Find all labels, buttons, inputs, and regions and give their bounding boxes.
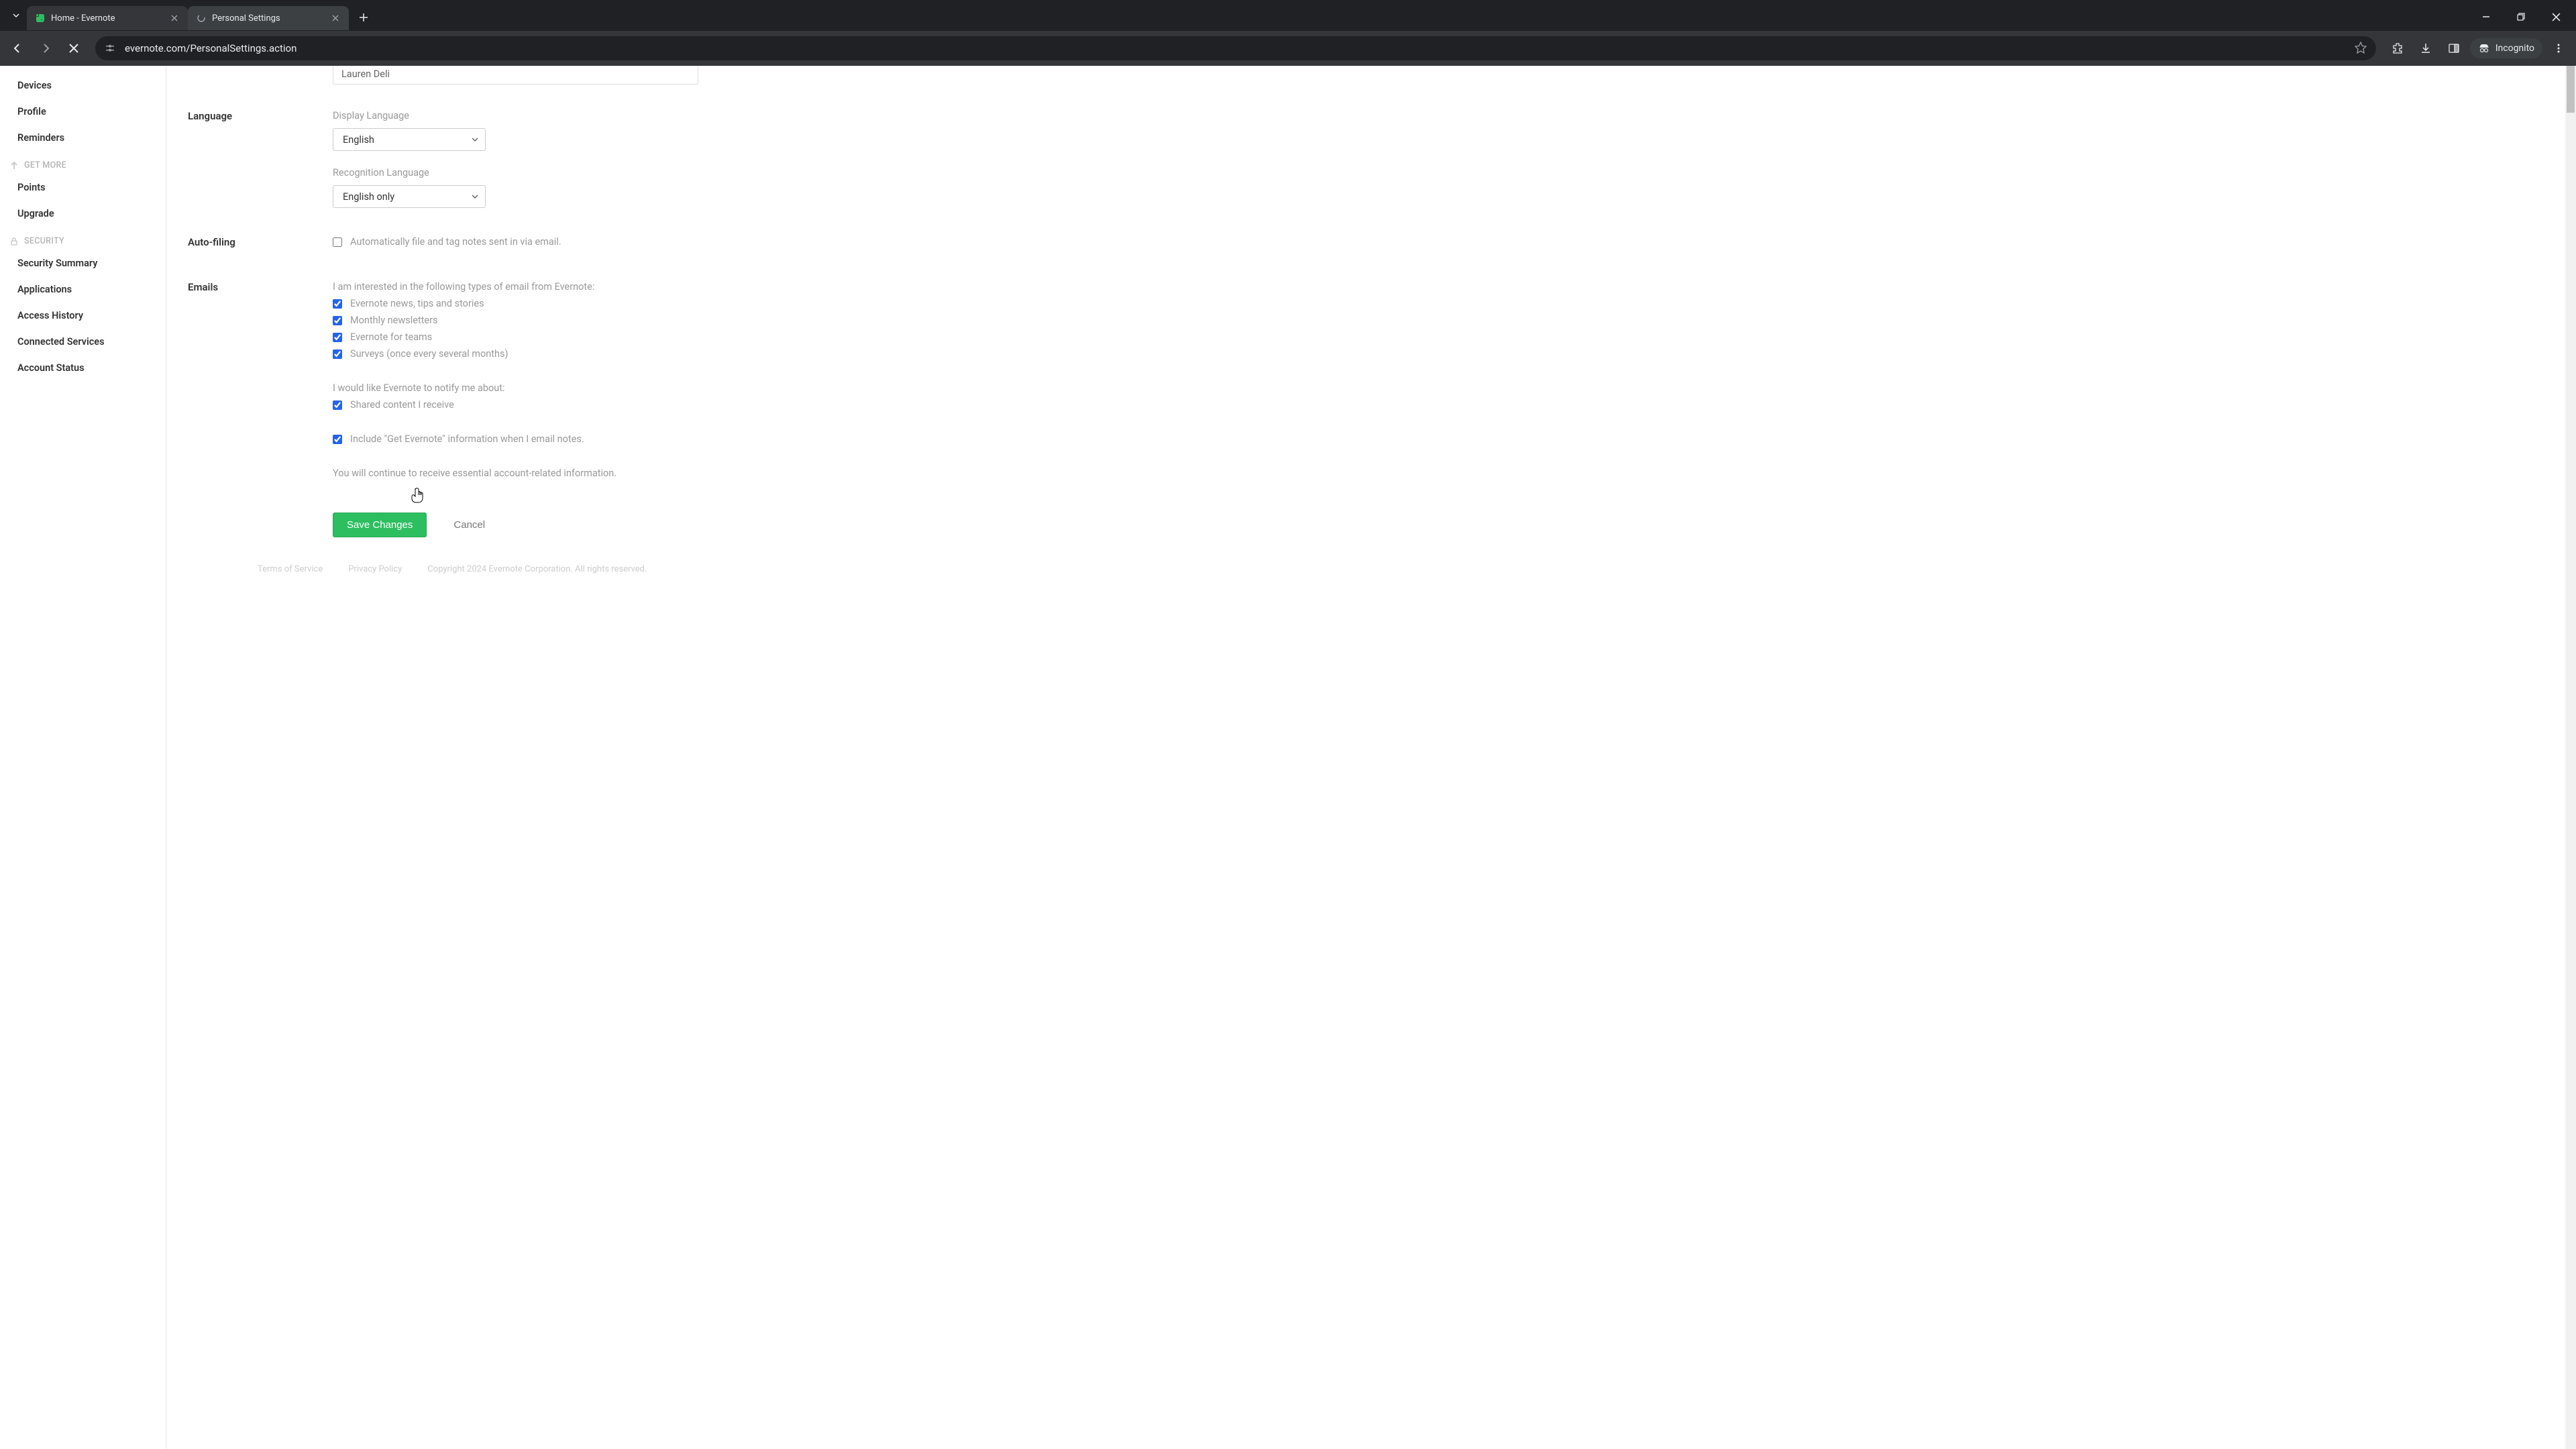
stop-reload-button[interactable] xyxy=(62,36,86,60)
toolbar: evernote.com/PersonalSettings.action Inc… xyxy=(0,31,2576,66)
site-settings-icon[interactable] xyxy=(103,42,117,55)
incognito-badge[interactable]: Incognito xyxy=(2470,38,2542,58)
email-teams-checkbox[interactable] xyxy=(333,333,342,342)
page-content: Devices Profile Reminders GET MORE Point… xyxy=(0,66,2576,1449)
email-teams-label: Evernote for teams xyxy=(350,331,432,343)
email-surveys-label: Surveys (once every several months) xyxy=(350,348,508,360)
page-footer: Terms of Service Privacy Policy Copyrigh… xyxy=(258,556,926,582)
arrow-up-icon xyxy=(9,161,19,170)
incognito-icon xyxy=(2478,42,2490,54)
side-panel-icon[interactable] xyxy=(2442,36,2466,60)
auto-filing-section: Auto-filing Automatically file and tag n… xyxy=(188,236,926,253)
sidebar-item-applications[interactable]: Applications xyxy=(0,276,166,303)
emails-section: Emails I am interested in the following … xyxy=(188,281,926,484)
settings-sidebar: Devices Profile Reminders GET MORE Point… xyxy=(0,66,166,1449)
section-label-emails: Emails xyxy=(188,281,333,484)
tab-search-dropdown[interactable] xyxy=(5,5,27,26)
include-get-evernote-label: Include "Get Evernote" information when … xyxy=(350,433,584,445)
window-controls xyxy=(2471,6,2571,28)
minimize-button[interactable] xyxy=(2471,6,2501,28)
incognito-label: Incognito xyxy=(2496,43,2534,54)
language-section: Language Display Language English Recogn… xyxy=(188,110,926,208)
scrollbar-track[interactable] xyxy=(2565,66,2576,1449)
section-label-language: Language xyxy=(188,110,333,208)
sidebar-item-devices[interactable]: Devices xyxy=(0,72,166,99)
back-button[interactable] xyxy=(5,36,30,60)
sidebar-item-security-summary[interactable]: Security Summary xyxy=(0,250,166,276)
notify-shared-label: Shared content I receive xyxy=(350,399,454,411)
loading-spinner-icon xyxy=(196,13,207,23)
recognition-language-label: Recognition Language xyxy=(333,167,926,178)
close-icon[interactable] xyxy=(330,13,341,23)
email-surveys-checkbox[interactable] xyxy=(333,350,342,359)
email-news-checkbox[interactable] xyxy=(333,299,342,309)
close-icon[interactable] xyxy=(169,13,180,23)
display-language-label: Display Language xyxy=(333,110,926,121)
browser-chrome: Home - Evernote Personal Settings evern xyxy=(0,0,2576,66)
display-language-select[interactable]: English xyxy=(333,128,486,151)
auto-filing-label: Automatically file and tag notes sent in… xyxy=(350,236,561,248)
tab-title: Home - Evernote xyxy=(51,13,164,23)
close-window-button[interactable] xyxy=(2541,6,2571,28)
lock-icon xyxy=(9,237,19,246)
new-tab-button[interactable] xyxy=(354,8,373,27)
form-buttons: Save Changes Cancel xyxy=(333,513,926,537)
sidebar-item-points[interactable]: Points xyxy=(0,174,166,201)
settings-main: Lauren Deli Language Display Language En… xyxy=(166,66,2576,1449)
notify-intro: I would like Evernote to notify me about… xyxy=(333,382,926,394)
tab-title: Personal Settings xyxy=(212,13,325,23)
sidebar-item-account-status[interactable]: Account Status xyxy=(0,355,166,381)
sidebar-item-access-history[interactable]: Access History xyxy=(0,303,166,329)
save-changes-button[interactable]: Save Changes xyxy=(333,513,427,537)
cancel-button[interactable]: Cancel xyxy=(453,519,485,531)
maximize-button[interactable] xyxy=(2506,6,2536,28)
notify-shared-checkbox[interactable] xyxy=(333,400,342,410)
auto-filing-checkbox[interactable] xyxy=(333,237,342,247)
recognition-language-select[interactable]: English only xyxy=(333,185,486,208)
email-news-label: Evernote news, tips and stories xyxy=(350,298,484,309)
sidebar-item-connected-services[interactable]: Connected Services xyxy=(0,329,166,355)
bookmark-star-icon[interactable] xyxy=(2355,42,2368,55)
sidebar-header-get-more: GET MORE xyxy=(0,151,166,174)
name-input[interactable]: Lauren Deli xyxy=(333,66,698,85)
include-get-evernote-checkbox[interactable] xyxy=(333,435,342,444)
sidebar-item-upgrade[interactable]: Upgrade xyxy=(0,201,166,227)
tab-bar: Home - Evernote Personal Settings xyxy=(0,0,2576,31)
sidebar-item-reminders[interactable]: Reminders xyxy=(0,125,166,151)
scrollbar-thumb[interactable] xyxy=(2567,66,2575,113)
email-monthly-checkbox[interactable] xyxy=(333,316,342,325)
tab-personal-settings[interactable]: Personal Settings xyxy=(188,6,349,30)
privacy-link[interactable]: Privacy Policy xyxy=(348,564,402,574)
extensions-icon[interactable] xyxy=(2385,36,2410,60)
url-text: evernote.com/PersonalSettings.action xyxy=(125,42,2347,54)
menu-icon[interactable] xyxy=(2546,36,2571,60)
address-bar[interactable]: evernote.com/PersonalSettings.action xyxy=(95,36,2376,60)
email-interest-intro: I am interested in the following types o… xyxy=(333,281,926,292)
downloads-icon[interactable] xyxy=(2414,36,2438,60)
tab-home-evernote[interactable]: Home - Evernote xyxy=(27,6,188,30)
section-label-auto-filing: Auto-filing xyxy=(188,236,333,253)
email-monthly-label: Monthly newsletters xyxy=(350,315,438,326)
forward-button[interactable] xyxy=(34,36,58,60)
sidebar-header-security: SECURITY xyxy=(0,227,166,250)
copyright-text: Copyright 2024 Evernote Corporation. All… xyxy=(427,564,647,574)
terms-link[interactable]: Terms of Service xyxy=(258,564,323,574)
evernote-icon xyxy=(35,13,46,23)
sidebar-item-profile[interactable]: Profile xyxy=(0,99,166,125)
essential-info-text: You will continue to receive essential a… xyxy=(333,468,926,479)
